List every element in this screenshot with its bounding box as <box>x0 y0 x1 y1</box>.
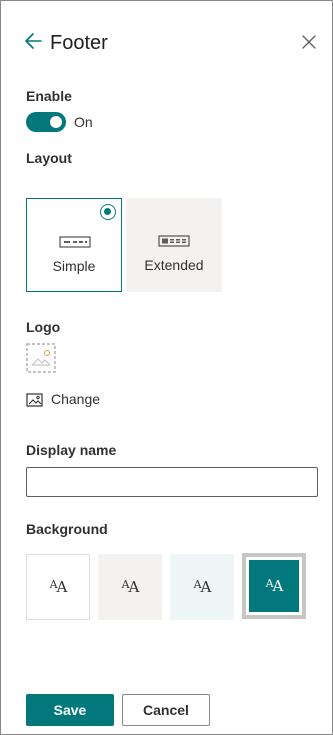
image-placeholder-icon[interactable] <box>26 343 56 373</box>
extended-footer-icon <box>158 235 190 247</box>
logo-label: Logo <box>26 319 61 335</box>
background-swatch-strong[interactable]: AA <box>242 553 306 619</box>
simple-footer-icon <box>59 236 91 248</box>
background-swatch-white[interactable]: AA <box>26 554 90 620</box>
change-logo-link[interactable]: Change <box>51 391 100 408</box>
display-name-label: Display name <box>26 442 117 458</box>
save-button[interactable]: Save <box>26 694 114 726</box>
cancel-button[interactable]: Cancel <box>122 694 210 726</box>
background-swatch-soft[interactable]: AA <box>170 554 234 620</box>
background-label: Background <box>26 521 108 537</box>
layout-option-label: Simple <box>52 258 96 274</box>
enable-label: Enable <box>26 88 72 104</box>
text-sample-icon: AA <box>193 577 212 597</box>
layout-option-extended[interactable]: Extended <box>126 198 222 292</box>
text-sample-icon: AA <box>49 577 68 597</box>
enable-toggle[interactable] <box>26 112 66 132</box>
display-name-input[interactable] <box>26 467 318 497</box>
text-sample-icon: AA <box>265 576 284 596</box>
swatch-fill: AA <box>249 560 299 612</box>
panel-title: Footer <box>50 32 108 54</box>
layout-option-simple[interactable]: Simple <box>26 198 122 292</box>
radio-selected-icon <box>100 204 116 220</box>
text-sample-icon: AA <box>121 577 140 597</box>
change-image-icon <box>26 392 44 408</box>
layout-label: Layout <box>26 150 72 166</box>
back-arrow-icon[interactable] <box>23 30 45 52</box>
toggle-knob <box>50 116 62 128</box>
layout-option-label: Extended <box>144 257 204 273</box>
close-icon[interactable] <box>301 34 317 50</box>
background-swatch-neutral[interactable]: AA <box>98 554 162 620</box>
enable-state-text: On <box>74 114 93 130</box>
footer-settings-panel: Footer Enable On Layout Simple Extended … <box>0 0 333 735</box>
